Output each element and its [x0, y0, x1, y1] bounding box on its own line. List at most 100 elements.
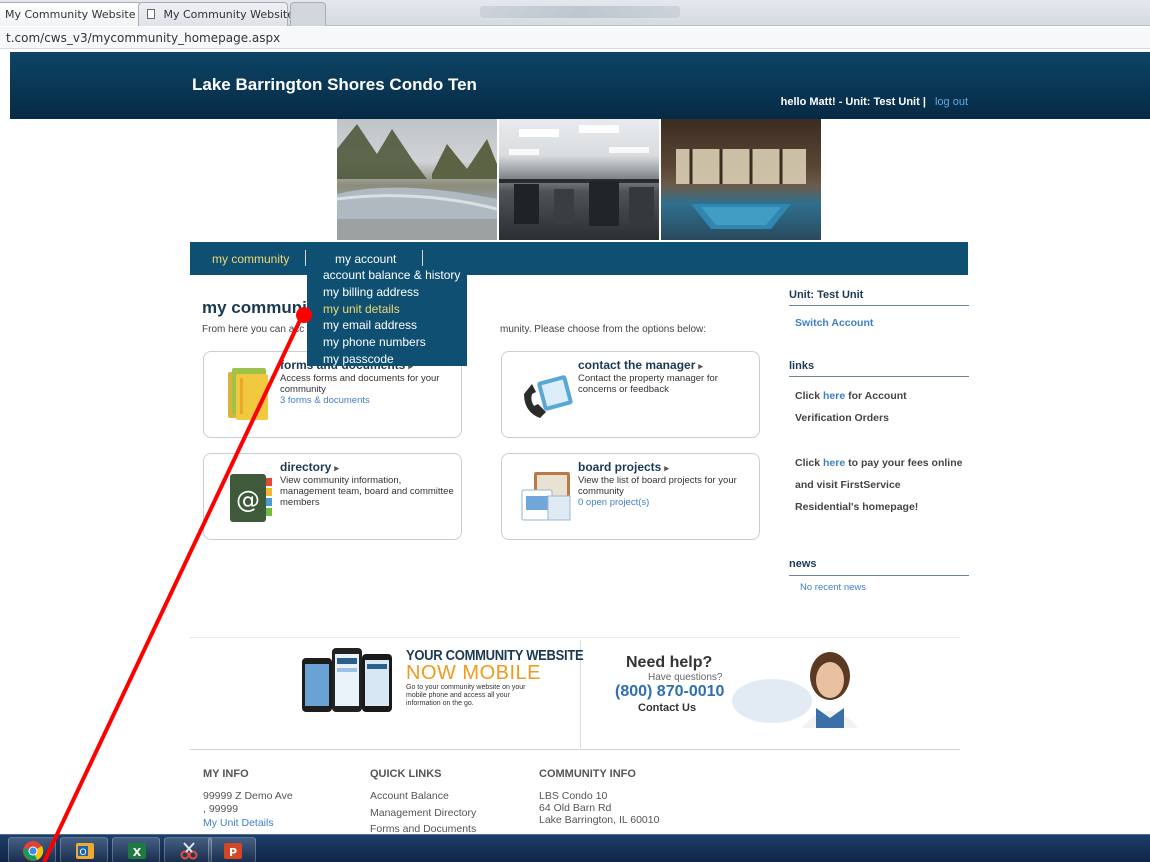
- menu-item-unit-details[interactable]: my unit details: [323, 301, 451, 318]
- browser-tab-active[interactable]: My Community Website ×: [0, 2, 156, 26]
- svg-text:@: @: [236, 486, 260, 514]
- open-projects-link[interactable]: 0 open project(s): [578, 497, 754, 508]
- phone-icon: [524, 375, 573, 418]
- footer-quick-link[interactable]: Account Balance: [370, 790, 449, 802]
- menu-item-account-balance[interactable]: account balance & history: [323, 267, 460, 284]
- switch-account-link[interactable]: Switch Account: [795, 317, 873, 329]
- site-header: Lake Barrington Shores Condo Ten hello M…: [10, 52, 1150, 119]
- page-description-left: From here you can acc: [202, 324, 305, 335]
- forms-count-link[interactable]: 3 forms & documents: [280, 395, 456, 406]
- footer-address-line: , 99999: [203, 803, 239, 815]
- help-phone-number[interactable]: (800) 870-0010: [615, 683, 724, 701]
- taskbar-snipping-tool[interactable]: [164, 837, 212, 862]
- footer-unit-details-link[interactable]: My Unit Details: [203, 817, 274, 829]
- taskbar-outlook[interactable]: O: [60, 837, 108, 862]
- tab-title: My Community Website: [5, 8, 136, 21]
- footer-quick-link[interactable]: Management Directory: [370, 807, 476, 819]
- nav-my-community[interactable]: my community: [212, 252, 289, 266]
- footer-quick-links-heading: QUICK LINKS: [370, 768, 442, 780]
- svg-text:O: O: [79, 848, 86, 858]
- taskbar-powerpoint[interactable]: P: [208, 837, 256, 862]
- mobile-promo-title: YOUR COMMUNITY WEBSITE: [406, 646, 584, 664]
- projects-icon: [521, 472, 571, 521]
- promo-divider-top: [190, 637, 960, 638]
- card-board-projects[interactable]: board projects ▸ View the list of board p…: [501, 453, 760, 540]
- excel-icon: X: [128, 843, 146, 859]
- page-description: From here you can acc munity. Please cho…: [202, 324, 706, 335]
- sidebar-links-heading: links: [789, 360, 815, 372]
- card-contact-manager[interactable]: contact the manager ▸ Contact the propert…: [501, 351, 760, 438]
- folder-icon: [228, 368, 268, 420]
- help-title: Need help?: [626, 654, 713, 671]
- sidebar-link-pay-fees: Click here to pay your fees online and v…: [795, 457, 963, 513]
- card-title[interactable]: directory ▸: [280, 460, 339, 474]
- card-title[interactable]: contact the manager ▸: [578, 358, 703, 372]
- footer-my-info-heading: MY INFO: [203, 768, 249, 780]
- screen: My Community Website × My Community Webs…: [0, 0, 1150, 862]
- page-description-right: munity. Please choose from the options b…: [500, 324, 707, 335]
- sidebar-link-verification: Click here for Account Verification Orde…: [795, 390, 907, 424]
- url-text: t.com/cws_v3/mycommunity_homepage.aspx: [6, 31, 281, 45]
- arrow-right-icon: ▸: [664, 463, 669, 473]
- chrome-icon: [23, 841, 44, 861]
- arrow-right-icon: ▸: [334, 463, 339, 473]
- my-account-menu: account balance & history my billing add…: [307, 266, 467, 366]
- footer-community-info-heading: COMMUNITY INFO: [539, 768, 636, 780]
- page-icon: [147, 9, 155, 19]
- here-link[interactable]: here: [823, 390, 845, 402]
- mobile-phones-image: [302, 648, 392, 712]
- card-description: Access forms and documents for your comm…: [280, 373, 456, 406]
- windows-taskbar: O X P: [0, 834, 1150, 862]
- header-photo-pool: [661, 119, 821, 240]
- logout-link[interactable]: log out: [935, 96, 968, 108]
- menu-item-billing-address[interactable]: my billing address: [323, 284, 451, 301]
- card-description: View community information, management t…: [280, 475, 454, 508]
- footer-community-line: Lake Barrington, IL 60010: [539, 814, 660, 826]
- here-link[interactable]: here: [823, 457, 845, 469]
- contact-us-link[interactable]: Contact Us: [638, 702, 696, 714]
- address-bar[interactable]: t.com/cws_v3/mycommunity_homepage.aspx: [0, 27, 1150, 49]
- card-description: View the list of board projects for your…: [578, 475, 754, 508]
- card-description: Contact the property manager for concern…: [578, 373, 718, 395]
- page-title: my communit: [202, 298, 313, 317]
- taskbar-excel[interactable]: X: [112, 837, 160, 862]
- svg-text:X: X: [133, 846, 142, 859]
- snipping-tool-icon: [180, 842, 198, 860]
- card-directory[interactable]: @ directory ▸ View community information,…: [203, 453, 462, 540]
- card-title[interactable]: board projects ▸: [578, 460, 669, 474]
- site-title: Lake Barrington Shores Condo Ten: [192, 75, 477, 94]
- sidebar-unit-heading: Unit: Test Unit: [789, 289, 864, 301]
- header-photo-gym: [499, 119, 659, 240]
- nav-my-account[interactable]: my account: [335, 252, 396, 266]
- pond-image: [337, 124, 497, 240]
- nav-separator: [305, 250, 306, 266]
- user-greeting: hello Matt! - Unit: Test Unit | log out: [781, 96, 968, 108]
- mobile-promo-subtitle: NOW MOBILE: [406, 662, 542, 684]
- sidebar-divider: [789, 305, 969, 306]
- taskbar-chrome[interactable]: [8, 837, 56, 862]
- powerpoint-icon: P: [224, 843, 242, 859]
- news-empty-text: No recent news: [800, 582, 867, 593]
- support-agent-image: [732, 652, 858, 728]
- browser-tab-bar: My Community Website × My Community Webs…: [0, 0, 1150, 26]
- promo-divider-bottom: [190, 749, 960, 750]
- footer-address-line: 99999 Z Demo Ave: [203, 790, 293, 802]
- tab-title: My Community Website: [163, 8, 295, 21]
- footer-community-line: 64 Old Barn Rd: [539, 802, 612, 814]
- gym-image: [499, 125, 659, 226]
- svg-text:P: P: [229, 846, 237, 859]
- pool-image: [676, 149, 806, 229]
- nav-separator: [422, 250, 423, 266]
- new-tab-button[interactable]: [290, 2, 326, 26]
- greeting-text: hello Matt! - Unit: Test Unit |: [780, 96, 926, 108]
- sidebar-divider: [789, 575, 969, 576]
- menu-item-email-address[interactable]: my email address: [323, 317, 451, 334]
- menu-item-phone-numbers[interactable]: my phone numbers: [323, 334, 451, 351]
- address-book-icon: @: [230, 474, 272, 522]
- header-photo-pond: [337, 119, 497, 240]
- browser-tab[interactable]: My Community Website ×: [138, 2, 315, 26]
- sidebar-divider: [789, 376, 969, 377]
- menu-item-passcode[interactable]: my passcode: [323, 351, 451, 368]
- mobile-promo-description: Go to your community website on your mob…: [406, 684, 526, 707]
- footer-community-line: LBS Condo 10: [539, 790, 608, 802]
